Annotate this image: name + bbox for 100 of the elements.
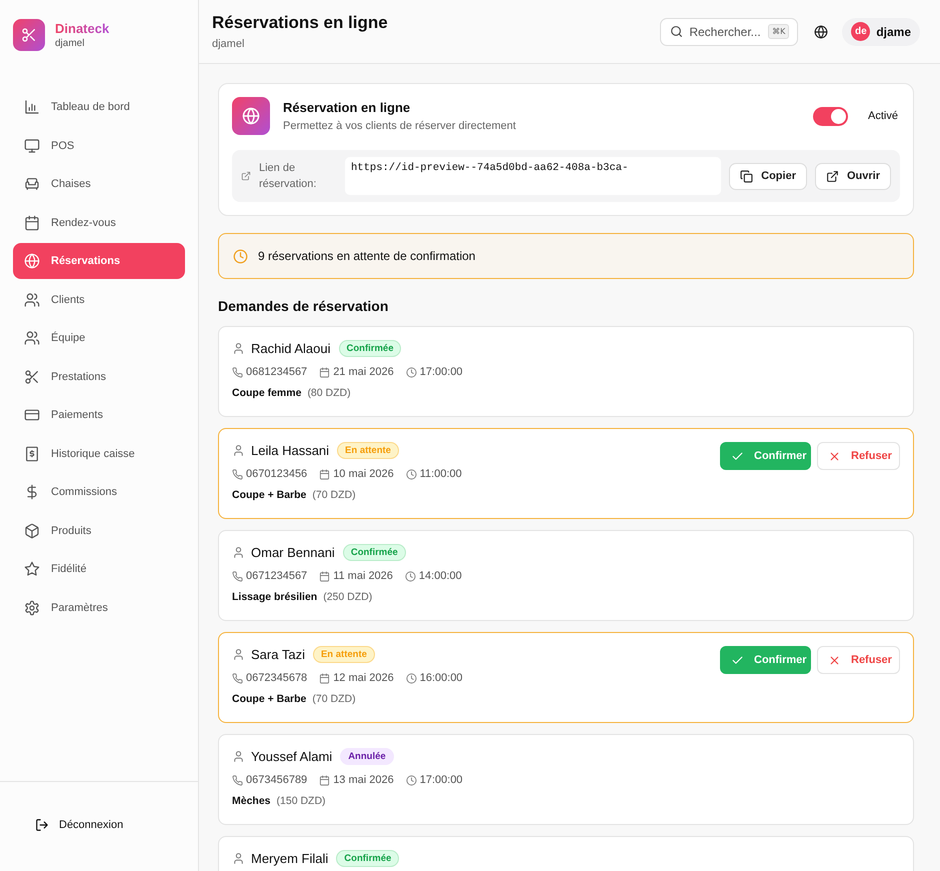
reject-button[interactable]: Refuser — [817, 442, 900, 470]
sidebar-item[interactable]: Réservations — [13, 243, 185, 279]
booking-time: 11:00:00 — [420, 468, 462, 480]
link-field[interactable]: https://id-preview--74a5d0bd-aa62-408a-b3ca- — [345, 157, 722, 195]
sidebar-item[interactable]: Tableau de bord — [13, 89, 185, 125]
sidebar-item[interactable]: Paiements — [13, 397, 185, 433]
globe-icon — [814, 24, 828, 38]
phone-icon — [232, 774, 243, 786]
service-price: (70 DZD) — [312, 489, 356, 501]
bar-chart-icon — [24, 99, 40, 115]
page-subtitle: djamel — [212, 38, 246, 50]
receipt-icon — [24, 446, 40, 462]
booking-date: 12 mai 2026 — [333, 672, 394, 684]
service-price: (70 DZD) — [312, 693, 356, 705]
brand-name: Dinateck — [55, 21, 110, 36]
customer-name: Leila Hassani — [251, 443, 330, 458]
service-name: Lissage brésilien — [232, 591, 318, 603]
shortcut-key: ⌘K — [768, 24, 790, 38]
user-icon — [232, 852, 245, 865]
customer-name: Youssef Alami — [251, 749, 332, 764]
status-badge: Confirmée — [338, 340, 402, 357]
user-icon — [232, 648, 245, 661]
booking-date: 10 mai 2026 — [333, 468, 394, 480]
status-badge: Confirmée — [342, 544, 406, 561]
phone-number: 0672345678 — [246, 672, 308, 684]
open-button[interactable]: Ouvrir — [814, 162, 891, 190]
card-description: Permettez à vos clients de réserver directement — [283, 120, 516, 132]
user-avatar: de — [851, 22, 870, 41]
box-icon — [24, 522, 40, 538]
clock-icon — [404, 570, 416, 582]
customer-name: Sara Tazi — [251, 647, 305, 662]
calendar-icon — [319, 774, 330, 786]
status-badge: Annulée — [340, 748, 394, 765]
monitor-icon — [24, 138, 40, 154]
clock-icon — [233, 248, 248, 264]
phone-icon — [232, 366, 243, 378]
service-name: Coupe + Barbe — [232, 693, 306, 705]
status-badge: En attente — [337, 442, 399, 459]
service-price: (150 DZD) — [276, 795, 326, 807]
language-button[interactable] — [814, 24, 828, 38]
sidebar-item[interactable]: Commissions — [13, 474, 185, 510]
link-label: Lien de réservation: — [259, 161, 318, 192]
sidebar-item[interactable]: Paramètres — [13, 590, 185, 626]
sidebar-item[interactable]: Fidélité — [13, 551, 185, 587]
credit-card-icon — [24, 407, 40, 423]
status-badge: Confirmée — [336, 850, 400, 867]
sidebar-item[interactable]: Rendez-vous — [13, 204, 185, 240]
external-link-icon — [826, 170, 839, 182]
calendar-icon — [319, 366, 330, 378]
settings-icon — [24, 600, 40, 616]
calendar-icon — [24, 214, 40, 230]
booking-time: 17:00:00 — [420, 366, 463, 378]
status-badge: En attente — [312, 646, 375, 663]
phone-number: 0670123456 — [246, 468, 308, 480]
search-icon — [670, 24, 684, 38]
scissors-icon — [21, 27, 37, 43]
phone-number: 0681234567 — [246, 366, 308, 378]
booking-date: 21 mai 2026 — [333, 366, 394, 378]
customer-name: Omar Bennani — [251, 545, 335, 560]
check-icon — [731, 654, 744, 666]
service-name: Coupe femme — [232, 387, 302, 399]
reject-button[interactable]: Refuser — [817, 646, 900, 674]
logout-button[interactable]: Déconnexion — [24, 807, 174, 843]
service-name: Coupe + Barbe — [232, 489, 306, 501]
booking-date: 13 mai 2026 — [333, 774, 394, 786]
close-icon — [828, 450, 841, 462]
calendar-icon — [319, 672, 330, 684]
logout-icon — [35, 818, 49, 832]
clock-icon — [406, 672, 417, 684]
page-title: Réservations en ligne — [212, 13, 388, 33]
copy-icon — [740, 170, 754, 182]
clock-icon — [406, 366, 417, 378]
phone-icon — [232, 570, 243, 582]
booking-time: 16:00:00 — [420, 672, 463, 684]
user-menu-button[interactable]: de djame — [842, 18, 920, 46]
phone-number: 0673456789 — [246, 774, 308, 786]
toggle-label: Activé — [868, 110, 898, 122]
scissors-icon — [24, 368, 40, 384]
user-name: djame — [876, 24, 911, 38]
toggle-switch[interactable] — [813, 106, 848, 126]
booking-time: 17:00:00 — [420, 774, 463, 786]
service-price: (80 DZD) — [307, 387, 351, 399]
sidebar-item[interactable]: POS — [13, 128, 185, 164]
sidebar-item[interactable]: Produits — [13, 512, 185, 548]
user-icon — [232, 444, 245, 457]
armchair-icon — [24, 176, 40, 192]
customer-name: Rachid Alaoui — [251, 341, 330, 356]
copy-button[interactable]: Copier — [729, 162, 807, 190]
sidebar-item[interactable]: Clients — [13, 282, 185, 318]
section-title: Demandes de réservation — [218, 298, 390, 314]
globe-icon — [242, 107, 260, 125]
sidebar-item[interactable]: Chaises — [13, 166, 185, 202]
users-icon — [24, 330, 40, 346]
user-icon — [232, 342, 245, 355]
users-icon — [24, 292, 40, 308]
star-icon — [24, 561, 40, 577]
sidebar-item[interactable]: Prestations — [13, 358, 185, 394]
sidebar-item[interactable]: Historique caisse — [13, 436, 185, 472]
sidebar-item[interactable]: Équipe — [13, 320, 185, 356]
alert-message: 9 réservations en attente de confirmation — [258, 249, 476, 263]
